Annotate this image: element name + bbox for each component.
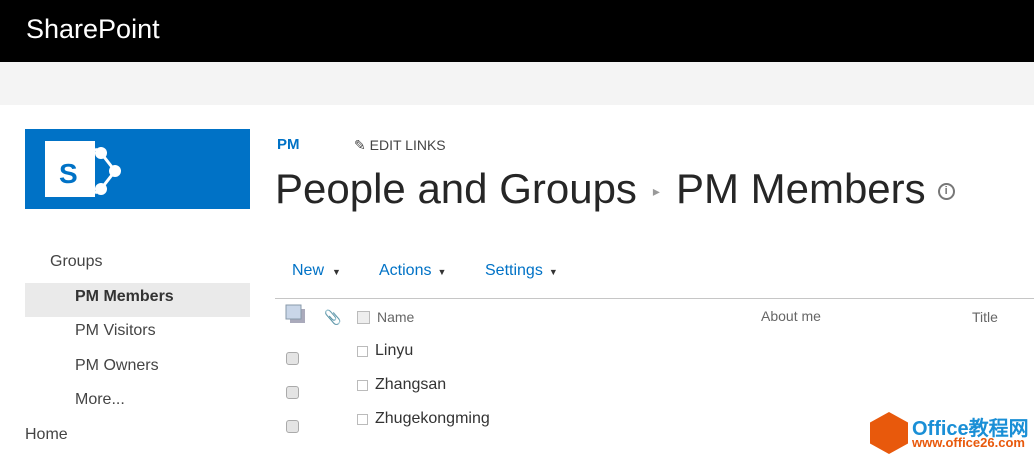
attachment-icon: 📎 [324, 309, 342, 325]
member-name[interactable]: Zhugekongming [375, 410, 490, 428]
settings-menu[interactable]: Settings ▼ [485, 262, 558, 280]
table-row: Zhangsan [275, 376, 1034, 410]
watermark-logo: Office教程网 www.office26.com [868, 410, 1034, 460]
caret-down-icon: ▼ [437, 267, 447, 277]
row-checkbox[interactable] [286, 352, 299, 365]
group-title: PM Members [675, 165, 926, 212]
breadcrumb-site[interactable]: PM [277, 136, 300, 153]
pencil-icon: ✎ [354, 137, 366, 153]
column-name[interactable]: Name [377, 309, 414, 325]
nav-more[interactable]: More... [25, 386, 250, 421]
nav-pm-owners[interactable]: PM Owners [25, 352, 250, 387]
edit-links-button[interactable]: ✎ EDIT LINKS [354, 137, 446, 154]
ribbon [0, 62, 1034, 105]
header-checkbox[interactable] [357, 311, 370, 324]
suite-bar: SharePoint [0, 0, 1034, 62]
divider [275, 298, 1034, 299]
caret-down-icon: ▼ [332, 267, 341, 277]
watermark-line2: www.office26.com [912, 435, 1025, 450]
nav-pm-members[interactable]: PM Members [25, 282, 250, 317]
page-title: People and Groups ▸ PM Members i [275, 165, 955, 213]
column-title[interactable]: Title [972, 309, 998, 325]
new-label: New [292, 262, 325, 279]
row-checkbox[interactable] [286, 386, 299, 399]
nav-home[interactable]: Home [25, 421, 250, 456]
actions-label: Actions [379, 262, 432, 279]
sharepoint-logo-icon: S [45, 141, 121, 197]
actions-menu[interactable]: Actions ▼ [379, 262, 446, 280]
presence-icon [357, 414, 368, 425]
member-name[interactable]: Linyu [375, 342, 413, 360]
new-menu[interactable]: New ▼ [292, 262, 341, 280]
edit-links-label: EDIT LINKS [369, 137, 446, 153]
settings-label: Settings [485, 262, 543, 279]
info-icon[interactable]: i [937, 183, 955, 201]
nav-groups[interactable]: Groups [25, 248, 250, 283]
site-logo[interactable]: S [25, 129, 250, 209]
brand-title[interactable]: SharePoint [26, 14, 160, 45]
column-about-me[interactable]: About me [761, 308, 821, 324]
presence-icon [357, 380, 368, 391]
office-logo-icon [870, 412, 908, 454]
member-name[interactable]: Zhangsan [375, 376, 446, 394]
presence-icon [357, 346, 368, 357]
select-all-icon[interactable] [285, 304, 307, 327]
caret-down-icon: ▼ [548, 267, 558, 277]
parent-title[interactable]: People and Groups [275, 165, 637, 212]
table-row: Linyu [275, 342, 1034, 376]
breadcrumb-arrow-icon: ▸ [652, 183, 660, 200]
quick-launch: Groups PM Members PM Visitors PM Owners … [25, 248, 250, 455]
svg-text:S: S [59, 158, 78, 189]
nav-pm-visitors[interactable]: PM Visitors [25, 317, 250, 352]
row-checkbox[interactable] [286, 420, 299, 433]
